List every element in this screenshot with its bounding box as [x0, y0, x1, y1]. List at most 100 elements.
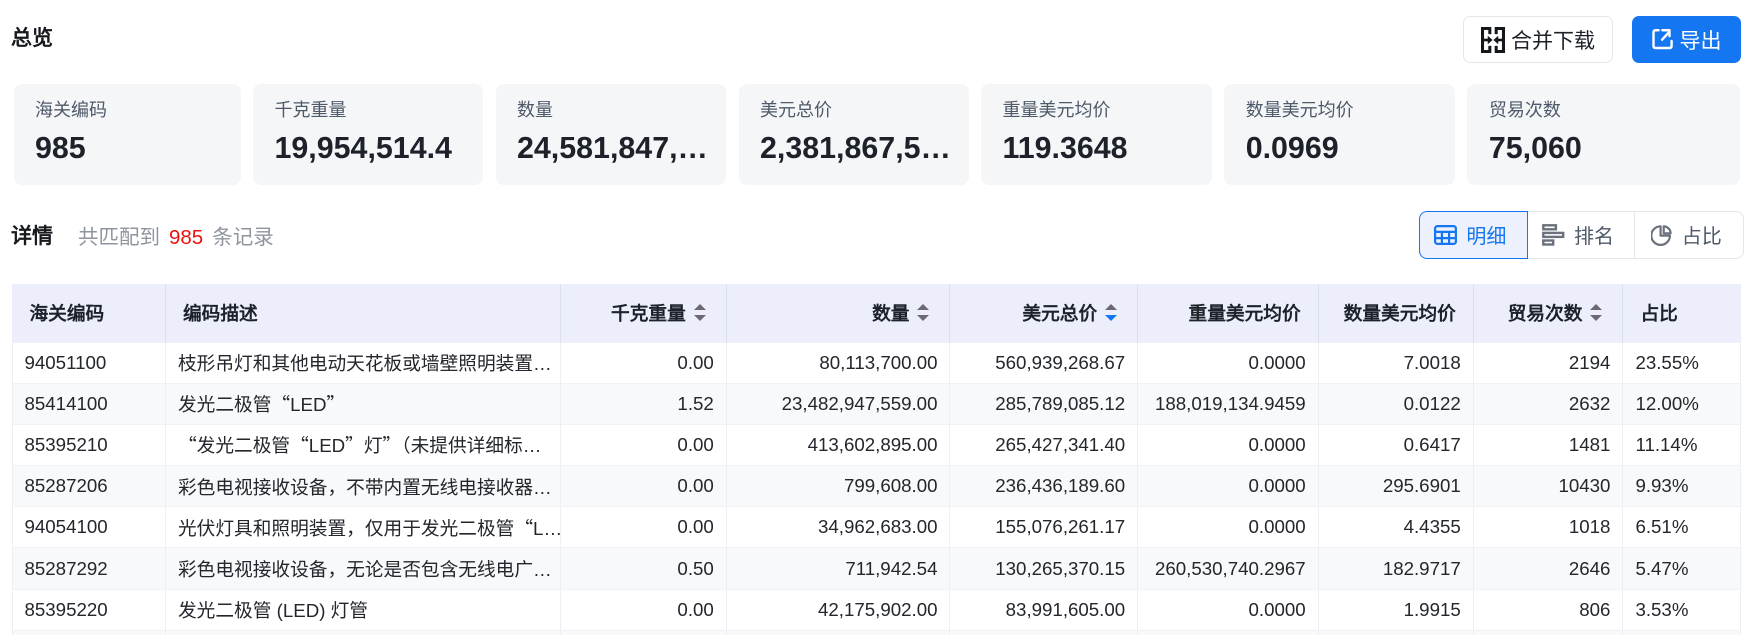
- tab-label: 明细: [1466, 220, 1506, 249]
- table-cell: 5.47%: [1623, 548, 1741, 589]
- table-cell: 83,991,605.00: [950, 589, 1138, 630]
- sort-caret-up-icon[interactable]: [1590, 304, 1602, 310]
- matched-prefix: 共匹配到: [78, 226, 160, 249]
- table-cell: 80,113,700.00: [726, 342, 950, 383]
- view-tabs: 明细 排名 占比: [1419, 211, 1744, 259]
- table-cell: 0.0000: [1138, 466, 1319, 507]
- table-cell: 188,019,134.9459: [1138, 383, 1319, 424]
- column-header-cell: 美元总价: [967, 299, 1120, 326]
- table-cell: 295.6901: [1318, 466, 1473, 507]
- tab-占比[interactable]: 占比: [1635, 212, 1743, 258]
- table-cell: 94054100: [12, 507, 166, 548]
- column-header-cell: 千克重量: [578, 299, 709, 326]
- merge-cells-icon: [1481, 27, 1505, 53]
- stat-card: 海关编码 985: [14, 84, 241, 185]
- table-cell: 182.9717: [1318, 548, 1473, 589]
- table-cell: 0.0000: [1138, 424, 1319, 465]
- table-cell: 23.55%: [1623, 342, 1741, 383]
- table-cell: 0.6417: [1318, 424, 1473, 465]
- tab-label: 排名: [1574, 220, 1614, 249]
- stat-card-value: 19,954,514.4: [275, 129, 484, 167]
- export-button[interactable]: 导出: [1632, 16, 1741, 63]
- column-header-label: 美元总价: [1022, 299, 1097, 326]
- overview-page: 总览 合并下载 导出 海关编码 985千克重量: [0, 0, 1751, 635]
- sort-caret-up-icon[interactable]: [1105, 304, 1117, 310]
- table-row: 85395220发光二极管 (LED) 灯管0.0042,175,902.008…: [12, 589, 1741, 630]
- column-header-cell: 占比: [1640, 299, 1723, 326]
- table-cell: 0.00: [560, 342, 726, 383]
- table-row: 85287206彩色电视接收设备，不带内置无线电接收器…0.00799,608.…: [12, 466, 1741, 507]
- detail-bar: 详情 共匹配到985条记录: [11, 211, 274, 258]
- bar-chart-icon: [1542, 224, 1565, 246]
- data-table: 海关编码 编码描述 千克重量 数量 美元总价 重量美元均价 数量美元均价 贸易次数 占比…: [12, 284, 1742, 635]
- matched-count: 985: [169, 226, 203, 249]
- matched-suffix: 条记录: [212, 226, 274, 249]
- table-cell: 彩色电视接收设备，不带内置无线电接收器…: [166, 466, 561, 507]
- sort-carets[interactable]: [917, 304, 929, 321]
- table-cell: 413,602,895.00: [726, 424, 950, 465]
- tab-明细[interactable]: 明细: [1419, 211, 1528, 259]
- column-header-cell: 数量美元均价: [1336, 299, 1456, 326]
- table-row: 85395210“发光二极管“LED”灯”（未提供详细标…0.00413,602…: [12, 424, 1741, 465]
- stat-card: 美元总价 2,381,867,5…: [739, 84, 969, 185]
- table-cell: 发光二极管“LED”: [166, 383, 561, 424]
- column-header-label: 贸易次数: [1508, 299, 1583, 326]
- column-header-label: 千克重量: [611, 299, 686, 326]
- tab-排名[interactable]: 排名: [1528, 212, 1636, 258]
- merge-download-button[interactable]: 合并下载: [1463, 16, 1613, 63]
- table-cell: 10430: [1473, 466, 1623, 507]
- table-cell: 265,427,341.40: [950, 424, 1138, 465]
- stat-card-value: 119.3648: [1003, 129, 1212, 167]
- sort-caret-down-icon[interactable]: [694, 315, 706, 321]
- table-cell: [1623, 630, 1741, 635]
- table-cell: 2646: [1473, 548, 1623, 589]
- sort-caret-down-icon[interactable]: [1105, 315, 1117, 321]
- tab-label: 占比: [1682, 220, 1722, 249]
- stat-cards: 海关编码 985千克重量 19,954,514.4数量 24,581,847,……: [14, 84, 1741, 185]
- column-header-cell: 编码描述: [183, 299, 543, 326]
- stat-card: 数量美元均价 0.0969: [1224, 84, 1455, 185]
- column-header[interactable]: 数量: [726, 284, 950, 342]
- stat-card-label: 贸易次数: [1489, 99, 1740, 121]
- sort-carets[interactable]: [1105, 304, 1117, 321]
- stat-card-value: 24,581,847,…: [517, 129, 726, 167]
- sort-caret-down-icon[interactable]: [917, 315, 929, 321]
- table-row: 85414100发光二极管“LED”1.5223,482,947,559.002…: [12, 383, 1741, 424]
- table-cell: 7.0018: [1318, 342, 1473, 383]
- stat-card: 数量 24,581,847,…: [496, 84, 727, 185]
- stat-card-label: 重量美元均价: [1003, 99, 1212, 121]
- table-cell: 11.14%: [1623, 424, 1741, 465]
- column-header: 占比: [1623, 284, 1741, 342]
- sort-carets[interactable]: [694, 304, 706, 321]
- table-cell: 94051100: [12, 342, 166, 383]
- sort-caret-up-icon[interactable]: [694, 304, 706, 310]
- stat-card: 千克重量 19,954,514.4: [253, 84, 483, 185]
- column-header[interactable]: 千克重量: [560, 284, 726, 342]
- export-label: 导出: [1680, 25, 1722, 55]
- table-cell: 85395220: [12, 589, 166, 630]
- table-cell: 彩色电视接收设备，无论是否包含无线电广…: [166, 548, 561, 589]
- stat-card-label: 数量美元均价: [1246, 99, 1455, 121]
- column-header: 编码描述: [166, 284, 561, 342]
- sort-caret-up-icon[interactable]: [917, 304, 929, 310]
- stat-card-value: 985: [35, 129, 241, 167]
- column-header-label: 海关编码: [30, 299, 105, 326]
- table-cell: [1473, 630, 1623, 635]
- table-cell: 2194: [1473, 342, 1623, 383]
- table-cell: 806: [1473, 589, 1623, 630]
- column-header[interactable]: 美元总价: [950, 284, 1138, 342]
- table-cell: 发光二极管 (LED) 灯管: [166, 589, 561, 630]
- column-header-label: 重量美元均价: [1189, 299, 1301, 326]
- export-icon: [1652, 29, 1673, 50]
- sort-caret-down-icon[interactable]: [1590, 315, 1602, 321]
- table-row: 94054100光伏灯具和照明装置，仅用于发光二极管“L…0.0034,962,…: [12, 507, 1741, 548]
- table-cell: 85287206: [12, 466, 166, 507]
- table-cell: 285,789,085.12: [950, 383, 1138, 424]
- sort-carets[interactable]: [1590, 304, 1602, 321]
- table-cell: 0.50: [560, 548, 726, 589]
- column-header[interactable]: 贸易次数: [1473, 284, 1623, 342]
- table-cell: 23,482,947,559.00: [726, 383, 950, 424]
- table-cell: 光伏灯具和照明装置，仅用于发光二极管“L…: [166, 507, 561, 548]
- column-header: 海关编码: [12, 284, 166, 342]
- table-cell: 1.9915: [1318, 589, 1473, 630]
